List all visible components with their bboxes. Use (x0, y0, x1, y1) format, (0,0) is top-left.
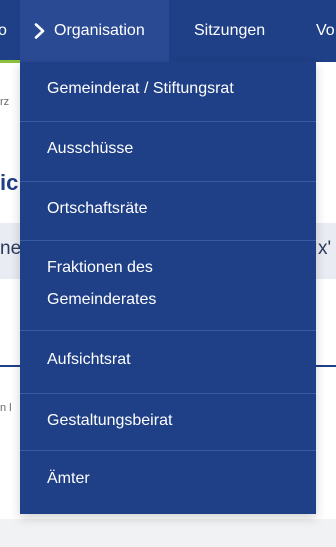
nav-item-organisation[interactable]: Organisation (20, 0, 169, 62)
menu-item-label: Ämter (47, 470, 90, 487)
nav-item-truncated-right[interactable]: Vo (316, 0, 335, 62)
page-heading-fragment: ic (0, 170, 19, 195)
menu-item-label: Ausschüsse (47, 140, 134, 157)
breadcrumb-fragment: rz (0, 96, 10, 108)
menu-item-label-line2: Gemeinderates (47, 291, 157, 308)
top-navigation-bar: o Organisation Sitzungen Vo (0, 0, 336, 63)
nav-item-label: Sitzungen (194, 22, 266, 39)
menu-item-aemter[interactable]: Ämter (20, 451, 316, 514)
menu-item-gemeinderat[interactable]: Gemeinderat / Stiftungsrat (20, 62, 316, 122)
menu-item-label-line1: Fraktionen des (47, 259, 153, 276)
menu-item-ortschaftsraete[interactable]: Ortschaftsräte (20, 182, 316, 241)
menu-item-gestaltungsbeirat[interactable]: Gestaltungsbeirat (20, 394, 316, 451)
nav-item-sitzungen[interactable]: Sitzungen (194, 0, 265, 62)
menu-item-label: Gestaltungsbeirat (47, 412, 173, 429)
info-band-right-fragment: x' (318, 238, 332, 259)
nav-item-label: Organisation (54, 22, 145, 39)
organisation-dropdown-menu: Gemeinderat / Stiftungsrat Ausschüsse Or… (20, 62, 316, 514)
footer-strip (0, 519, 336, 547)
menu-item-fraktionen[interactable]: Fraktionen des Gemeinderates (20, 241, 316, 331)
nav-item-label: Vo (316, 22, 335, 39)
menu-item-ausschuesse[interactable]: Ausschüsse (20, 122, 316, 182)
nav-item-label: o (0, 22, 7, 39)
nav-item-truncated-left[interactable]: o (0, 0, 7, 62)
info-band-left-fragment: ne (0, 238, 22, 259)
menu-item-aufsichtsrat[interactable]: Aufsichtsrat (20, 331, 316, 394)
menu-item-label: Ortschaftsräte (47, 200, 148, 217)
menu-item-label: Gemeinderat / Stiftungsrat (47, 80, 234, 97)
chevron-right-icon (32, 23, 48, 39)
menu-item-label: Aufsichtsrat (47, 351, 131, 368)
small-text-fragment: n l (0, 402, 12, 414)
